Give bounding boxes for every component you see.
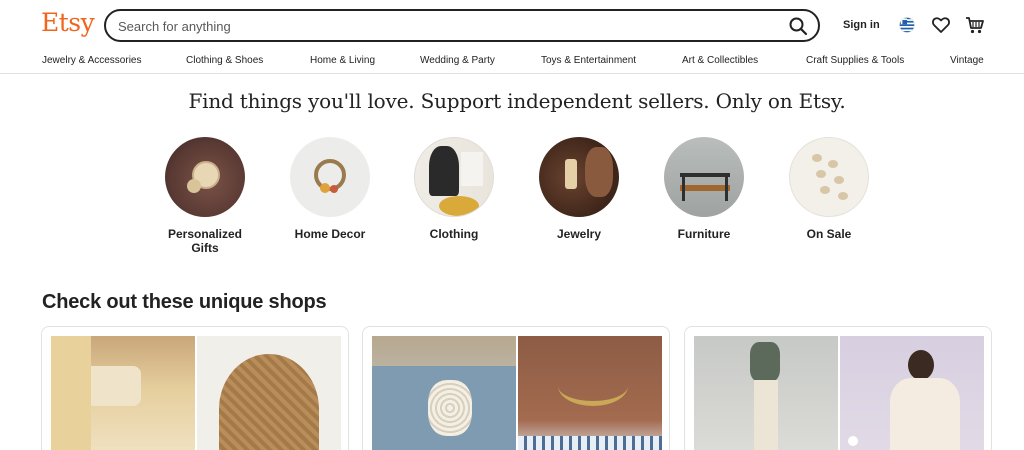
search-bar[interactable] [104,9,820,42]
region-button[interactable] [896,14,918,36]
category-image [165,137,245,217]
cart-button[interactable] [964,14,986,36]
nav-item-home-living[interactable]: Home & Living [310,55,375,66]
search-icon [789,17,808,36]
nav-item-toys-entertainment[interactable]: Toys & Entertainment [541,55,636,66]
sign-in-link[interactable]: Sign in [843,19,880,31]
shop-card[interactable] [41,326,349,450]
search-input[interactable] [118,17,758,35]
category-image [290,137,370,217]
category-home-decor[interactable]: Home Decor [280,137,380,241]
shop-image [372,336,516,450]
favorites-button[interactable] [930,14,952,36]
category-jewelry[interactable]: Jewelry [529,137,629,241]
shop-image [197,336,341,450]
nav-item-clothing-shoes[interactable]: Clothing & Shoes [186,55,263,66]
category-label: On Sale [806,227,852,241]
category-label: Personalized Gifts [167,227,243,255]
nav-item-craft-supplies[interactable]: Craft Supplies & Tools [806,55,904,66]
heart-icon [932,17,950,33]
nav-item-jewelry-accessories[interactable]: Jewelry & Accessories [42,55,141,66]
shop-image [51,336,195,450]
site-header: Etsy Sign in [0,0,1024,50]
category-label: Jewelry [556,227,602,241]
cart-icon [966,17,984,34]
category-on-sale[interactable]: On Sale [779,137,879,241]
shop-card[interactable] [684,326,992,450]
shop-image [840,336,984,450]
shop-card[interactable] [362,326,670,450]
greek-flag-icon [899,17,915,33]
etsy-logo[interactable]: Etsy [41,8,95,37]
nav-item-wedding-party[interactable]: Wedding & Party [420,55,495,66]
category-personalized-gifts[interactable]: Personalized Gifts [155,137,255,255]
category-label: Clothing [429,227,479,241]
category-image [414,137,494,217]
category-clothing[interactable]: Clothing [404,137,504,241]
nav-item-art-collectibles[interactable]: Art & Collectibles [682,55,758,66]
category-image [789,137,869,217]
hero-title: Find things you'll love. Support indepen… [188,89,846,113]
shop-image [694,336,838,450]
shop-image [518,336,662,450]
category-label: Furniture [677,227,731,241]
category-label: Home Decor [294,227,366,241]
search-button[interactable] [786,14,810,38]
nav-item-vintage[interactable]: Vintage [950,55,984,66]
category-nav: Jewelry & Accessories Clothing & Shoes H… [0,50,1024,74]
category-image [664,137,744,217]
category-furniture[interactable]: Furniture [654,137,754,241]
shops-section-title: Check out these unique shops [42,291,327,313]
category-image [539,137,619,217]
